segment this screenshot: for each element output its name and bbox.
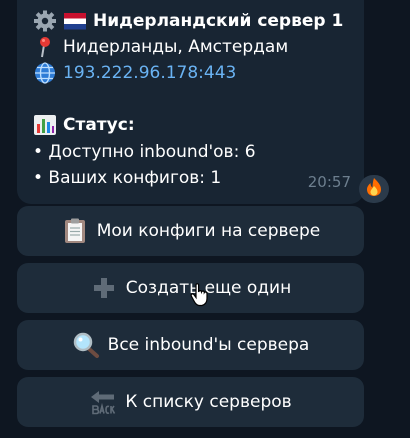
all-inbounds-button[interactable]: Все inbound'ы сервера bbox=[17, 320, 364, 370]
my-configs-button[interactable]: Мои конфиги на сервере bbox=[17, 206, 364, 256]
fire-reaction[interactable] bbox=[359, 175, 389, 203]
pin-icon bbox=[33, 36, 57, 58]
plus-icon bbox=[90, 275, 118, 301]
your-configs-text: • Ваших конфигов: 1 bbox=[33, 168, 222, 188]
gear-icon bbox=[33, 10, 57, 32]
hand-cursor-icon bbox=[190, 283, 210, 311]
address-line: 193.222.96.178:443 bbox=[33, 62, 236, 84]
message-bubble: Нидерландский сервер 1 Нидерланды, Амсте… bbox=[17, 0, 364, 204]
back-to-servers-label: К списку серверов bbox=[125, 392, 292, 412]
server-title: Нидерландский сервер 1 bbox=[93, 11, 344, 31]
back-to-servers-button[interactable]: К списку серверов bbox=[17, 377, 364, 427]
server-address-link[interactable]: 193.222.96.178:443 bbox=[63, 63, 236, 83]
inbounds-available-text: • Доступно inbound'ов: 6 bbox=[33, 142, 256, 162]
location-line: Нидерланды, Амстердам bbox=[33, 36, 288, 58]
magnifier-icon bbox=[72, 332, 100, 358]
globe-icon bbox=[33, 62, 57, 84]
location-text: Нидерланды, Амстердам bbox=[63, 37, 289, 57]
chart-icon bbox=[33, 114, 57, 136]
status-heading: Статус: bbox=[63, 115, 135, 135]
server-title-line: Нидерландский сервер 1 bbox=[33, 10, 343, 32]
status-heading-line: Статус: bbox=[33, 114, 135, 136]
back-arrow-icon bbox=[89, 389, 117, 415]
netherlands-flag-icon bbox=[63, 10, 87, 32]
clipboard-icon bbox=[61, 218, 89, 244]
my-configs-label: Мои конфиги на сервере bbox=[96, 221, 321, 241]
message-time: 20:57 bbox=[307, 173, 351, 191]
all-inbounds-label: Все inbound'ы сервера bbox=[107, 335, 310, 355]
fire-icon bbox=[365, 177, 383, 201]
